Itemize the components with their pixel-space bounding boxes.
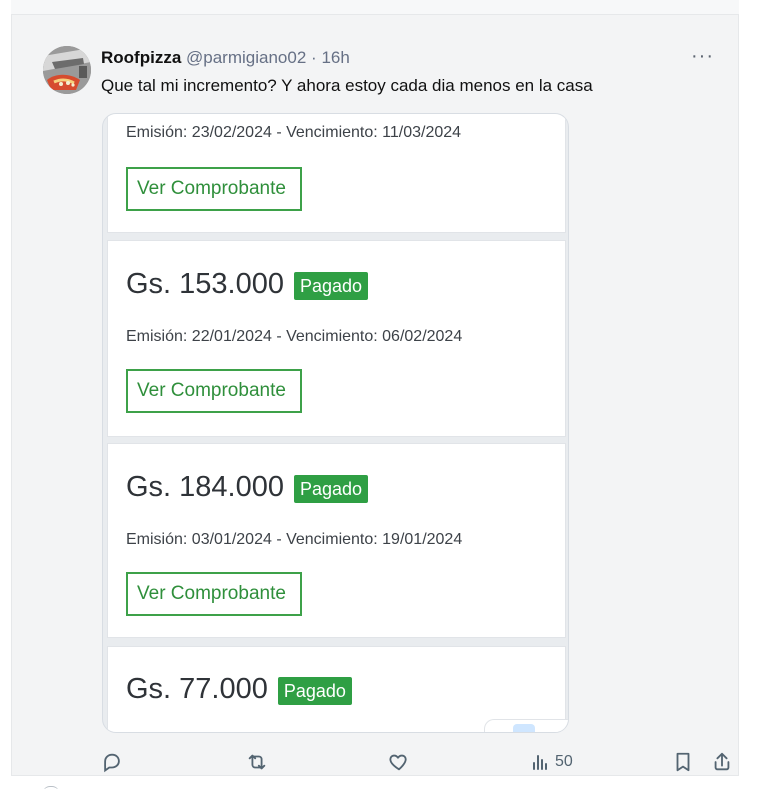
- next-post-divider: [11, 775, 739, 789]
- like-button[interactable]: [388, 747, 410, 777]
- invoice-dates: Emisión: 22/01/2024 - Vencimiento: 06/02…: [126, 328, 463, 345]
- reply-icon: [104, 753, 120, 773]
- reply-button[interactable]: [101, 747, 123, 777]
- views-count: 50: [555, 753, 573, 770]
- invoice-card: Gs. 153.000 Pagado Emisión: 22/01/2024 -…: [107, 240, 566, 437]
- avatar-image: [43, 46, 91, 94]
- views-icon: [533, 755, 547, 770]
- retweet-button[interactable]: [245, 747, 269, 777]
- like-icon: [389, 754, 407, 771]
- retweet-icon: [248, 754, 266, 770]
- more-horizontal-icon: ···: [691, 45, 714, 67]
- paid-status-badge: Pagado: [294, 475, 369, 503]
- invoice-amount: Gs. 184.000: [126, 471, 284, 503]
- paid-status-badge: Pagado: [277, 677, 352, 705]
- bookmark-button[interactable]: [673, 747, 693, 777]
- view-receipt-button: Ver Comprobante: [126, 572, 302, 616]
- invoice-dates: Emisión: 23/02/2024 - Vencimiento: 11/03…: [126, 124, 462, 141]
- invoice-card: Emisión: 23/02/2024 - Vencimiento: 11/03…: [107, 114, 566, 233]
- tweet-time[interactable]: 16h: [321, 48, 349, 67]
- invoice-amount-row: Gs. 77.000 Pagado: [126, 672, 352, 706]
- invoice-amount-row: Gs. 153.000 Pagado: [126, 267, 369, 301]
- author-handle[interactable]: @parmigiano02: [186, 48, 306, 67]
- invoice-amount-row: Gs. 184.000 Pagado: [126, 470, 369, 504]
- header-separator: ·: [311, 48, 317, 67]
- invoice-dates: Emisión: 03/01/2024 - Vencimiento: 19/01…: [126, 531, 463, 548]
- author-name[interactable]: Roofpizza: [101, 48, 181, 67]
- previous-post-divider: [11, 0, 739, 15]
- view-receipt-button: Ver Comprobante: [126, 167, 302, 211]
- tweet-media-image[interactable]: Emisión: 23/02/2024 - Vencimiento: 11/03…: [102, 113, 569, 733]
- invoice-card: Gs. 184.000 Pagado Emisión: 03/01/2024 -…: [107, 443, 566, 638]
- paid-status-badge: Pagado: [294, 272, 369, 300]
- share-button[interactable]: [711, 747, 733, 777]
- partial-widget-icon: [484, 719, 568, 732]
- tweet-header: Roofpizza @parmigiano02 · 16h: [101, 48, 350, 68]
- tweet-text: Que tal mi incremento? Y ahora estoy cad…: [101, 76, 593, 95]
- views-button[interactable]: 50: [531, 747, 573, 777]
- view-receipt-button: Ver Comprobante: [126, 369, 302, 413]
- avatar[interactable]: [43, 46, 91, 94]
- tweet-card[interactable]: Roofpizza @parmigiano02 · 16h ··· Que ta…: [11, 15, 739, 775]
- bookmark-icon: [676, 752, 690, 772]
- invoice-amount: Gs. 153.000: [126, 268, 284, 300]
- invoice-amount: Gs. 77.000: [126, 673, 268, 705]
- tweet-actions: 50: [101, 747, 733, 777]
- page: Roofpizza @parmigiano02 · 16h ··· Que ta…: [0, 0, 770, 789]
- share-icon: [714, 752, 730, 771]
- more-options-button[interactable]: ···: [691, 46, 714, 66]
